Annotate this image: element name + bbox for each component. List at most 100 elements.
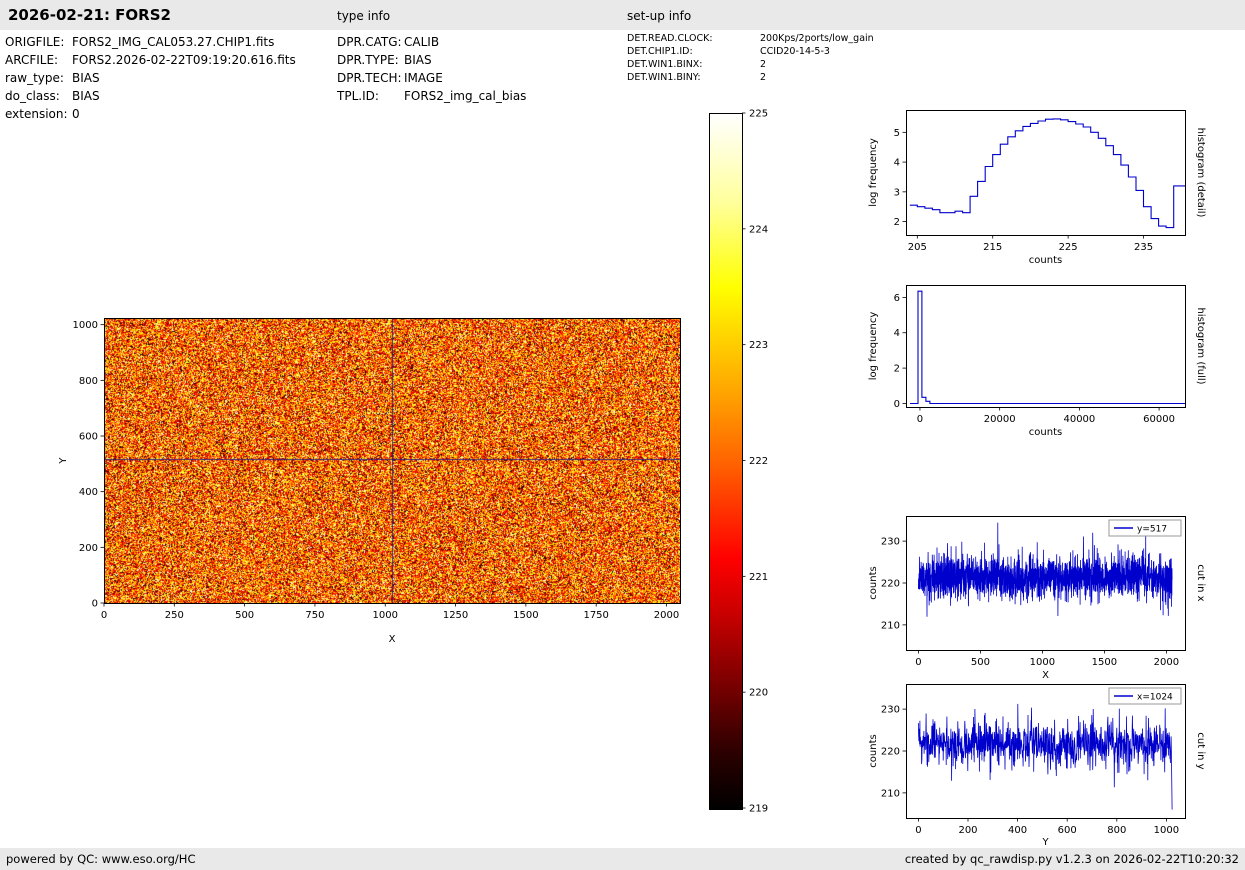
x-tick-label: 0 xyxy=(915,825,921,836)
info-value: FORS2_IMG_CAL053.27.CHIP1.fits xyxy=(72,35,275,49)
setup-info-block: DET.READ.CLOCK: 200Kps/2ports/low_gain DET… xyxy=(627,33,874,85)
y-tick-label: 230 xyxy=(881,537,900,548)
y-tick-label: 210 xyxy=(881,620,900,631)
info-value: 200Kps/2ports/low_gain xyxy=(760,33,874,44)
x-axis-label: Y xyxy=(1041,837,1049,848)
y-tick-label: 800 xyxy=(79,376,98,387)
y-axis-label: counts xyxy=(868,734,879,767)
right-side-label: cut in y xyxy=(1195,732,1206,769)
info-value: 0 xyxy=(72,107,80,121)
x-tick-label: 0 xyxy=(101,610,107,621)
x-tick-label: 0 xyxy=(917,414,923,425)
y-tick-label: 0 xyxy=(92,599,98,610)
info-label: do_class: xyxy=(5,89,60,103)
x-tick-label: 1750 xyxy=(583,610,608,621)
info-row: do_class: BIAS xyxy=(5,89,296,103)
info-value: BIAS xyxy=(72,71,100,85)
info-label: DPR.TYPE: xyxy=(337,53,399,67)
info-label: ARCFILE: xyxy=(5,53,59,67)
y-tick-label: 210 xyxy=(881,788,900,799)
info-value: 2 xyxy=(760,72,767,83)
info-row: TPL.ID: FORS2_img_cal_bias xyxy=(337,89,526,103)
info-value: IMAGE xyxy=(404,71,443,85)
info-row: extension: 0 xyxy=(5,107,296,121)
colorbar-tick-label: 221 xyxy=(749,572,768,583)
x-tick-label: 1500 xyxy=(1092,657,1117,668)
info-row: ORIGFILE: FORS2_IMG_CAL053.27.CHIP1.fits xyxy=(5,35,296,49)
cut-x-plot: 0 500 1000 1500 2000 210 220 230 Xcounts cut in x… xyxy=(868,516,1206,681)
y-tick-label: 400 xyxy=(79,487,98,498)
cut-line xyxy=(918,703,1173,810)
colorbar xyxy=(709,113,743,810)
x-tick-label: 40000 xyxy=(1063,414,1095,425)
info-row: raw_type: BIAS xyxy=(5,71,296,85)
x-tick-label: 400 xyxy=(1008,825,1027,836)
info-label: DPR.TECH: xyxy=(337,71,402,85)
colorbar-tick-label: 220 xyxy=(749,688,768,699)
info-value: CALIB xyxy=(404,35,440,49)
y-tick-label: 6 xyxy=(894,293,900,304)
x-tick-label: 235 xyxy=(1134,242,1153,253)
qc-report-page: 2026-02-21: FORS2 type info set-up info … xyxy=(0,0,1245,870)
y-axis-label: log frequency xyxy=(868,138,879,207)
y-tick-label: 1000 xyxy=(73,320,98,331)
info-label: extension: xyxy=(5,107,68,121)
y-tick-label: 4 xyxy=(894,328,900,339)
info-value: CCID20-14-5-3 xyxy=(760,46,830,57)
info-value: 2 xyxy=(760,59,767,70)
y-tick-label: 0 xyxy=(894,399,900,410)
x-tick-label: 1000 xyxy=(1030,657,1055,668)
colorbar-tick-label: 222 xyxy=(749,456,768,467)
type-info-heading: type info xyxy=(337,9,391,23)
right-side-label: histogram (full) xyxy=(1195,307,1206,384)
right-side-label: histogram (detail) xyxy=(1195,128,1206,218)
x-tick-label: 1000 xyxy=(373,610,398,621)
info-row: DET.WIN1.BINX: 2 xyxy=(627,59,874,70)
info-value: BIAS xyxy=(72,89,100,103)
x-axis-label: counts xyxy=(1029,427,1062,438)
colorbar-ticks: 219 220 221 222 223 224 225 xyxy=(742,109,768,815)
info-row: DPR.TECH: IMAGE xyxy=(337,71,526,85)
info-row: DPR.TYPE: BIAS xyxy=(337,53,526,67)
legend: y=517 xyxy=(1108,519,1182,537)
info-label: ORIGFILE: xyxy=(5,35,65,49)
info-label: raw_type: xyxy=(5,71,64,85)
x-tick-label: 60000 xyxy=(1143,414,1175,425)
legend-label: x=1024 xyxy=(1137,693,1173,703)
x-tick-label: 0 xyxy=(915,657,921,668)
legend-label: y=517 xyxy=(1137,525,1167,535)
histogram-step-line xyxy=(910,290,1185,405)
right-side-label: cut in x xyxy=(1195,564,1206,601)
info-label: TPL.ID: xyxy=(337,89,379,103)
histogram-step-line xyxy=(909,118,1185,229)
cut-y-plot: 0 200 400 600 800 1000 210 220 230 Ycounts cut in … xyxy=(868,684,1206,848)
file-info-block: ORIGFILE: FORS2_IMG_CAL053.27.CHIP1.fits A… xyxy=(5,35,296,125)
x-tick-label: 750 xyxy=(305,610,324,621)
info-value: BIAS xyxy=(404,53,432,67)
y-tick-label: 220 xyxy=(881,747,900,758)
x-tick-label: 250 xyxy=(165,610,184,621)
x-tick-label: 1000 xyxy=(1154,825,1179,836)
y-axis-label: counts xyxy=(868,566,879,599)
info-label: DPR.CATG: xyxy=(337,35,402,49)
x-tick-label: 205 xyxy=(908,242,927,253)
legend: x=1024 xyxy=(1108,687,1182,705)
y-tick-label: 2 xyxy=(894,364,900,375)
x-axis-label: X xyxy=(1042,670,1049,681)
info-label: DET.WIN1.BINX: xyxy=(627,59,703,70)
y-tick-label: 230 xyxy=(881,705,900,716)
footer-right-text: created by qc_rawdisp.py v1.2.3 on 2026-… xyxy=(904,852,1239,866)
x-tick-label: 215 xyxy=(983,242,1002,253)
info-row: DPR.CATG: CALIB xyxy=(337,35,526,49)
y-axis-label: log frequency xyxy=(868,312,879,381)
colorbar-tick-label: 223 xyxy=(749,340,768,351)
setup-info-heading: set-up info xyxy=(627,9,692,23)
y-tick-label: 200 xyxy=(79,543,98,554)
info-row: DET.WIN1.BINY: 2 xyxy=(627,72,874,83)
colorbar-tick-label: 219 xyxy=(749,804,768,815)
x-axis-label: X xyxy=(389,634,396,645)
info-row: DET.CHIP1.ID: CCID20-14-5-3 xyxy=(627,46,874,57)
y-tick-label: 600 xyxy=(79,432,98,443)
x-tick-label: 2000 xyxy=(1154,657,1179,668)
type-info-block: DPR.CATG: CALIB DPR.TYPE: BIAS DPR.TECH: IMAG… xyxy=(337,35,526,107)
